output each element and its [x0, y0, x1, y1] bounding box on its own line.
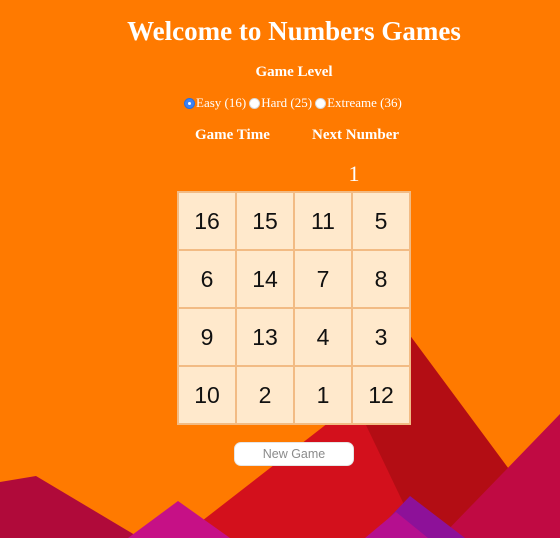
game-level-label: Game Level	[255, 64, 333, 80]
board-cell[interactable]: 1	[294, 366, 352, 424]
level-selector: Easy (16) Hard (25) Extreame (36)	[184, 94, 405, 112]
mountain-crimson-left	[0, 476, 140, 538]
board-cell[interactable]: 14	[236, 250, 294, 308]
new-game-button[interactable]: New Game	[234, 442, 354, 466]
level-label-hard: Hard (25)	[261, 95, 313, 110]
next-number-label: Next Number	[312, 127, 400, 143]
board-cell[interactable]: 6	[178, 250, 236, 308]
level-option-hard[interactable]: Hard (25)	[249, 94, 312, 112]
level-label-easy: Easy (16)	[196, 95, 247, 110]
board-cell[interactable]: 10	[178, 366, 236, 424]
game-time-label: Game Time	[195, 127, 270, 143]
level-option-easy[interactable]: Easy (16)	[184, 94, 246, 112]
radio-easy[interactable]	[184, 97, 195, 109]
board-cell[interactable]: 4	[294, 308, 352, 366]
next-number-value: 1	[348, 161, 360, 186]
level-option-extreme[interactable]: Extreame (36)	[315, 94, 402, 112]
number-board: 16 15 11 5 6 14 7 8 9 13 4 3 10 2 1 12	[177, 191, 411, 425]
board-cell[interactable]: 15	[236, 192, 294, 250]
page-title: Welcome to Numbers Games	[127, 16, 461, 46]
radio-hard[interactable]	[249, 97, 261, 109]
board-cell[interactable]: 13	[236, 308, 294, 366]
board-cell[interactable]: 7	[294, 250, 352, 308]
radio-extreme[interactable]	[315, 97, 327, 109]
board-cell[interactable]: 2	[236, 366, 294, 424]
level-label-extreme: Extreame (36)	[327, 95, 402, 110]
board-cell[interactable]: 5	[352, 192, 410, 250]
board-cell[interactable]: 8	[352, 250, 410, 308]
board-cell[interactable]: 3	[352, 308, 410, 366]
board-cell[interactable]: 16	[178, 192, 236, 250]
board-cell[interactable]: 9	[178, 308, 236, 366]
board-cell[interactable]: 11	[294, 192, 352, 250]
board-cell[interactable]: 12	[352, 366, 410, 424]
